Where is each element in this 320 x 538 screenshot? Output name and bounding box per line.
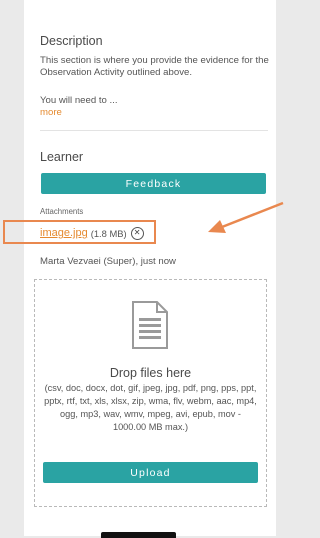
annotation-arrow-icon <box>208 201 284 233</box>
bottom-bar <box>101 532 176 538</box>
